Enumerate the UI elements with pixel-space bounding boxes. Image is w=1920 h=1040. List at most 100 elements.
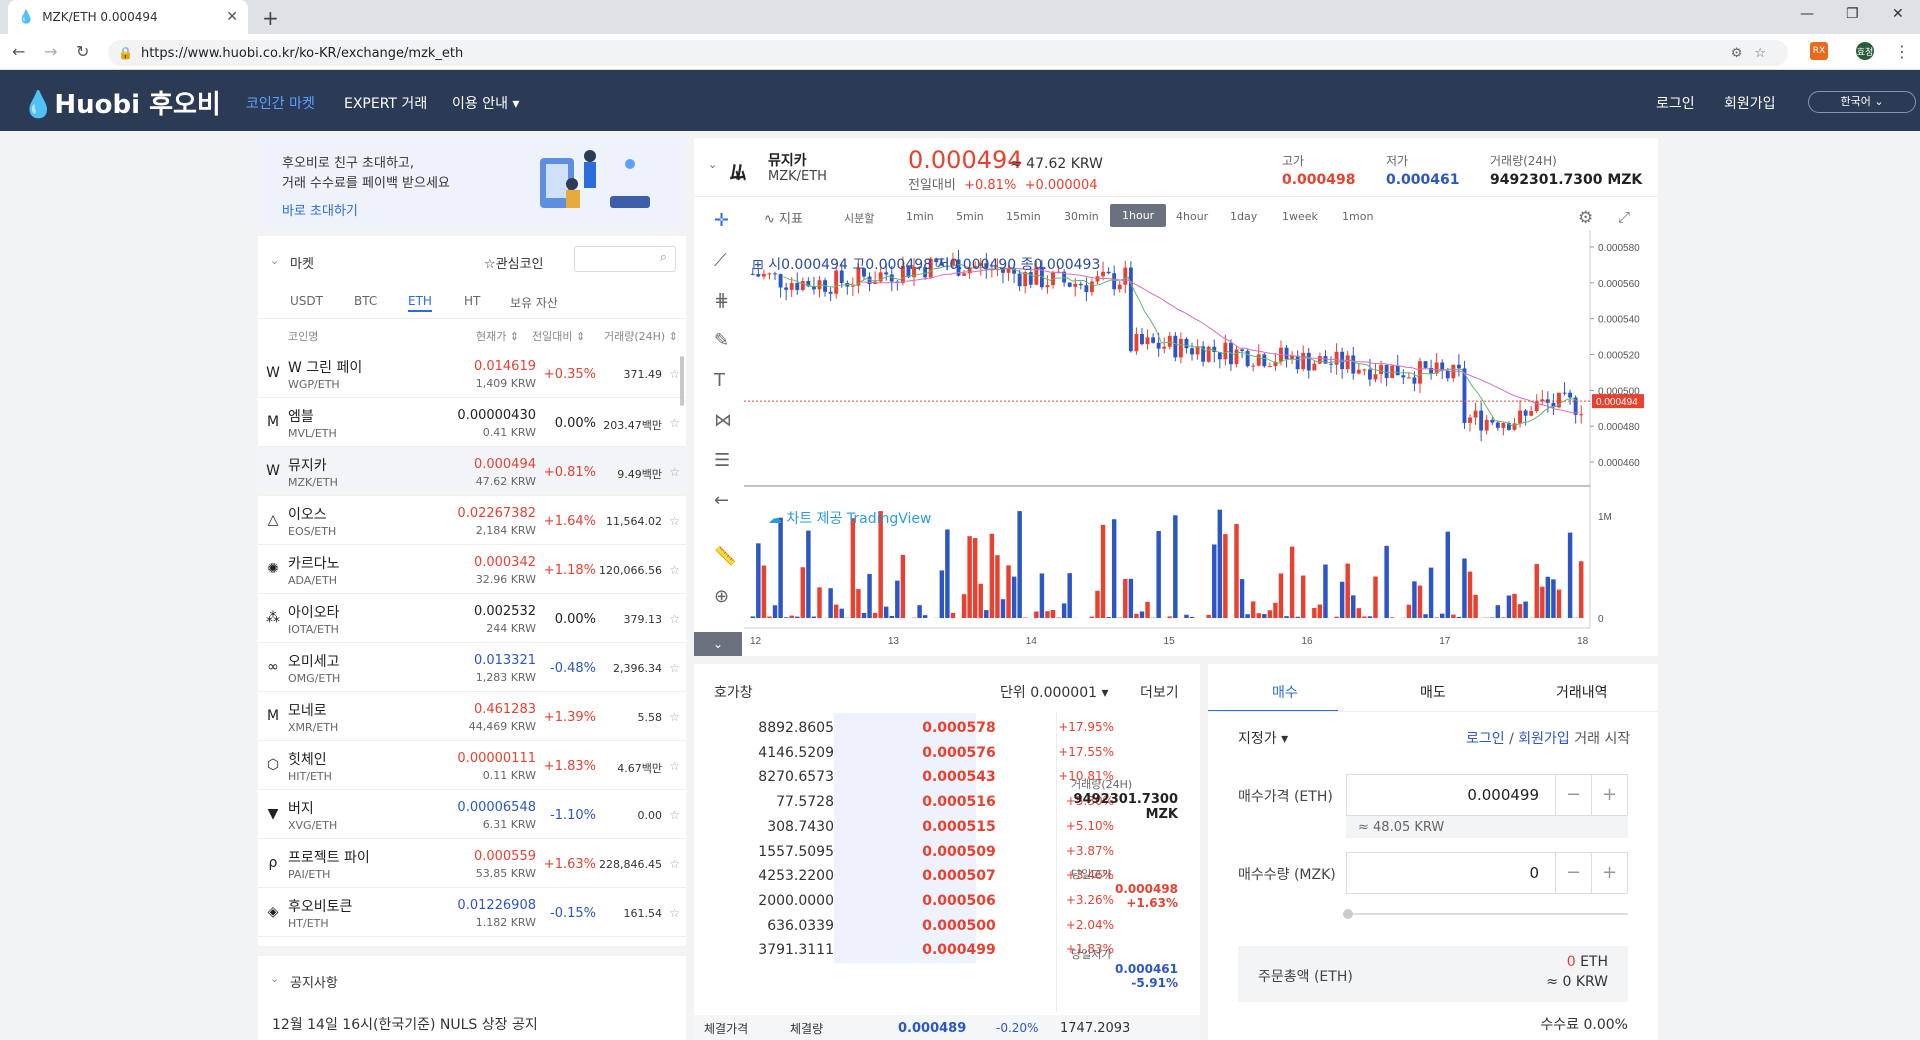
language-select[interactable]: 한국어 ⌄ [1808,91,1916,113]
tf-15min[interactable]: 15min [1006,210,1041,223]
forward-icon[interactable]: → [44,42,57,61]
market-row[interactable]: ✺ 카르다노 ADA/ETH 0.000342 32.96 KRW +1.18% 120,0… [258,545,686,594]
tf-1day[interactable]: 1day [1230,210,1257,223]
col-price[interactable]: 현재가 ⇕ [476,328,519,344]
buy-price-input[interactable]: 0.000499 − + [1346,774,1628,816]
price-plus-button[interactable]: + [1591,775,1627,815]
nav-guide[interactable]: 이용 안내 ▾ [452,93,519,113]
tab-usdt[interactable]: USDT [290,294,323,308]
slider-handle[interactable] [1343,909,1353,919]
star-outline-icon[interactable]: ☆ [669,906,680,920]
star-outline-icon[interactable]: ☆ [669,808,680,822]
promo-link[interactable]: 바로 초대하기 [282,200,358,219]
star-outline-icon[interactable]: ☆ [669,857,680,871]
tf-5min[interactable]: 5min [956,210,984,223]
star-outline-icon[interactable]: ☆ [669,367,680,381]
tab-eth[interactable]: ETH [408,294,432,312]
maximize-icon[interactable]: ❐ [1846,6,1859,22]
price-minus-button[interactable]: − [1555,775,1591,815]
tf-1mon[interactable]: 1mon [1342,210,1373,223]
more-link[interactable]: 더보기 [1140,682,1179,702]
measure-icon[interactable]: ☰ [714,450,730,471]
close-tab-icon[interactable]: ✕ [226,9,238,25]
tab-holdings[interactable]: 보유 자산 [510,294,558,311]
url-field[interactable]: 🔒 https://www.huobi.co.kr/ko-KR/exchange… [108,40,1788,66]
col-volume[interactable]: 거래량(24H) ⇕ [604,328,678,344]
back-icon[interactable]: ← [12,42,25,61]
nav-expert-trade[interactable]: EXPERT 거래 [344,93,427,113]
extension-icon[interactable]: RX [1810,42,1828,60]
trade-login-link[interactable]: 로그인 [1466,731,1505,747]
market-row[interactable]: ▼ 버지 XVG/ETH 0.00006548 6.31 KRW -1.10% 0.00 ☆ [258,790,686,839]
market-row[interactable]: ρ 프로젝트 파이 PAI/ETH 0.000559 53.85 KRW +1.63% 22… [258,839,686,888]
collapse-chevron-icon[interactable]: ⌄ [708,158,717,171]
tab-sell[interactable]: 매도 [1420,682,1446,702]
tradingview-watermark[interactable]: ☁ 차트 제공 TradingView [768,508,931,528]
tf-30min[interactable]: 30min [1064,210,1099,223]
text-tool-icon[interactable]: T [714,370,725,391]
market-row[interactable]: W 뮤지카 MZK/ETH 0.000494 47.62 KRW +0.81% 9.49백만… [258,447,686,496]
settings-gear-icon[interactable]: ⚙ [1578,208,1593,228]
tf-tick[interactable]: 시분할 [844,210,874,226]
order-type-select[interactable]: 지정가 ▾ [1238,728,1288,748]
market-row[interactable]: △ 이오스 EOS/ETH 0.02267382 2,184 KRW +1.64% 11,5… [258,496,686,545]
market-row[interactable]: ⁂ 아이오타 IOTA/ETH 0.002532 244 KRW 0.00% 379.13 ☆ [258,594,686,643]
market-search-input[interactable]: ⌕ [574,246,676,272]
star-outline-icon[interactable]: ☆ [669,416,680,430]
amount-slider[interactable] [1346,913,1628,915]
invite-promo-banner[interactable]: 후오비로 친구 초대하고, 거래 수수료를 페이백 받으세요 바로 초대하기 [258,138,686,226]
reload-icon[interactable]: ↻ [76,42,89,61]
trendline-icon[interactable]: ⟋ [714,250,727,271]
market-row[interactable]: M 엠블 MVL/ETH 0.00000430 0.41 KRW 0.00% 203.47백… [258,398,686,447]
tab-btc[interactable]: BTC [354,294,377,308]
profile-avatar[interactable]: 효정 [1856,42,1874,60]
market-row[interactable]: ∞ 오미세고 OMG/ETH 0.013321 1,283 KRW -0.48% 2,396… [258,643,686,692]
market-row[interactable]: ⬡ 힛체인 HIT/ETH 0.00000111 0.11 KRW +1.83% 4.67백… [258,741,686,790]
col-change[interactable]: 전일대비 ⇕ [532,328,585,344]
tab-buy[interactable]: 매수 [1272,682,1298,702]
notice-item[interactable]: 12월 14일 16시(한국기준) NULS 상장 공지 [272,1014,538,1034]
star-outline-icon[interactable]: ☆ [669,759,680,773]
signup-link[interactable]: 회원가입 [1724,93,1776,113]
unit-select[interactable]: 단위 0.000001 ▾ [1000,682,1109,702]
nav-coin-market[interactable]: 코인간 마켓 [246,93,315,113]
qty-minus-button[interactable]: − [1555,853,1591,893]
new-tab-icon[interactable]: + [262,6,279,30]
fib-icon[interactable]: ⋕ [714,290,729,311]
tf-1week[interactable]: 1week [1282,210,1318,223]
crosshair-icon[interactable]: ✛ [714,210,729,231]
col-coin-name[interactable]: 코인명 [288,328,318,344]
close-window-icon[interactable]: ✕ [1892,6,1904,22]
market-row[interactable]: M 모네로 XMR/ETH 0.461283 44,469 KRW +1.39% 5.58 ☆ [258,692,686,741]
login-link[interactable]: 로그인 [1656,93,1695,113]
trade-signup-link[interactable]: 회원가입 [1518,731,1570,747]
toolbar-toggle-icon[interactable]: ⌄ [694,632,742,656]
market-row[interactable]: W W 그린 페이 WGP/ETH 0.014619 1,409 KRW +0.35% 37… [258,349,686,398]
back-arrow-icon[interactable]: ← [714,490,729,511]
favorites-filter[interactable]: ☆관심코인 [484,253,544,272]
collapse-chevron-icon[interactable]: ⌄ [270,254,279,267]
market-scrollbar[interactable] [680,356,684,406]
brush-icon[interactable]: ✎ [714,330,729,351]
qty-plus-button[interactable]: + [1591,853,1627,893]
pattern-icon[interactable]: ⋈ [714,410,732,431]
market-row[interactable]: ◈ 후오비토큰 HT/ETH 0.01226908 1.182 KRW -0.15% 161… [258,888,686,937]
tf-4hour[interactable]: 4hour [1176,210,1208,223]
tab-history[interactable]: 거래내역 [1556,682,1608,702]
minimize-icon[interactable]: — [1800,6,1814,22]
tf-1min[interactable]: 1min [906,210,934,223]
candlestick-chart[interactable]: 0.000494 0.000580 0.000560 0.000540 0.000520… [744,230,1658,656]
fullscreen-icon[interactable]: ⤢ [1618,208,1630,226]
star-outline-icon[interactable]: ☆ [669,661,680,675]
indicator-button[interactable]: ∿ 지표 [764,208,803,227]
collapse-chevron-icon[interactable]: ⌄ [270,972,279,985]
browser-tab[interactable]: 💧 MZK/ETH 0.000494 ✕ [8,0,248,34]
huobi-logo[interactable]: 💧Huobi 후오비 [22,84,221,121]
star-outline-icon[interactable]: ☆ [669,514,680,528]
star-outline-icon[interactable]: ☆ [669,612,680,626]
zoom-in-icon[interactable]: ⊕ [714,586,729,607]
menu-kebab-icon[interactable]: ⋮ [1894,42,1910,61]
buy-qty-input[interactable]: 0 − + [1346,852,1628,894]
tab-ht[interactable]: HT [464,294,480,308]
star-outline-icon[interactable]: ☆ [669,710,680,724]
